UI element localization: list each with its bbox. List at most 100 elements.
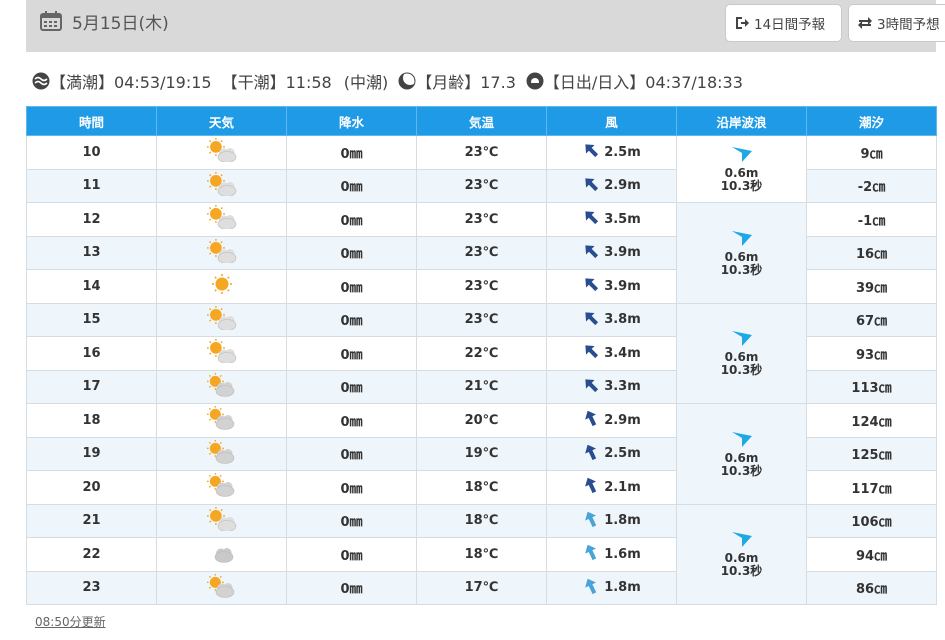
sunrise-sunset-text: 【日出/日入】04:37/18:33	[543, 73, 743, 92]
tide-info-row: 【満潮】04:53/19:15 【干潮】11:58 (中潮) 【月齢】17.3 …	[32, 66, 753, 96]
wave-height: 0.6m	[724, 450, 759, 465]
mostly-cloudy-icon	[206, 406, 237, 434]
tide-cell: -1㎝	[806, 202, 937, 237]
wind-cell: 3.9m	[546, 235, 677, 270]
forecast-3hour-button[interactable]: 3時間予想	[848, 4, 945, 42]
weather-cell	[156, 570, 287, 605]
partly-cloudy-icon	[206, 205, 237, 233]
wind-arrow-icon	[582, 309, 600, 331]
wind-cell: 2.9m	[546, 168, 677, 203]
temp-cell: 23℃	[416, 135, 547, 170]
wind-speed: 2.5m	[604, 144, 641, 160]
wind-cell: 2.5m	[546, 436, 677, 471]
tide-cell: 93㎝	[806, 336, 937, 371]
wind-arrow-icon	[582, 510, 600, 532]
mostly-cloudy-icon	[206, 372, 237, 401]
temp-cell: 17℃	[416, 570, 547, 605]
wave-period: 10.3秒	[720, 564, 763, 579]
weather-cell	[156, 403, 287, 438]
wave-direction-icon	[731, 431, 752, 447]
tide-cell: 125㎝	[806, 436, 937, 471]
weather-cell	[156, 168, 287, 203]
wind-cell: 2.5m	[546, 135, 677, 170]
col-header-tide: 潮汐	[806, 106, 937, 136]
wind-speed: 3.3m	[604, 379, 641, 395]
wave-cell: 0.6m 10.3秒	[676, 202, 807, 304]
wind-arrow-icon	[582, 141, 600, 163]
wind-arrow-icon	[582, 208, 600, 230]
partly-cloudy-icon	[206, 171, 237, 200]
wind-speed: 2.5m	[604, 446, 641, 462]
wind-arrow-icon	[582, 476, 600, 498]
wind-cell: 3.3m	[546, 369, 677, 404]
rain-cell: 0㎜	[286, 135, 417, 170]
table-header-row: 時間 天気 降水 気温 風 沿岸波浪 潮汐	[26, 106, 937, 136]
table-row: 18 0㎜ 20℃ 2.9m 0.6m 10.3秒 124㎝	[26, 403, 937, 505]
temp-cell: 23℃	[416, 269, 547, 304]
table-row: 10 0㎜ 23℃ 2.5m 0.6m 10.3秒 9㎝	[26, 135, 937, 203]
moon-icon	[398, 71, 418, 90]
mostly-cloudy-icon	[206, 439, 237, 468]
wave-period: 10.3秒	[720, 179, 763, 193]
hour-cell: 19	[26, 436, 157, 471]
tide-cell: 117㎝	[806, 470, 937, 505]
hour-cell: 22	[26, 537, 157, 572]
hour-cell: 21	[26, 503, 157, 538]
weather-cell	[156, 369, 287, 404]
tide-icon	[32, 72, 50, 90]
weather-cell	[156, 436, 287, 471]
tide-cell: 106㎝	[806, 503, 937, 538]
wind-cell: 3.5m	[546, 202, 677, 237]
col-header-wave: 沿岸波浪	[676, 106, 807, 136]
col-header-rain: 降水	[286, 106, 417, 136]
sunrise-icon	[526, 72, 544, 90]
rain-cell: 0㎜	[286, 570, 417, 605]
wind-speed: 3.4m	[604, 345, 641, 361]
col-header-time: 時間	[26, 106, 157, 136]
hour-cell: 10	[26, 135, 157, 170]
partly-cloudy-icon	[206, 238, 237, 267]
wind-speed: 2.9m	[604, 178, 641, 194]
partly-cloudy-icon	[206, 339, 237, 367]
rain-cell: 0㎜	[286, 168, 417, 203]
wave-direction-icon	[731, 532, 752, 548]
wind-cell: 2.1m	[546, 470, 677, 505]
wind-arrow-icon	[582, 443, 600, 465]
rain-cell: 0㎜	[286, 537, 417, 572]
hour-cell: 15	[26, 302, 157, 337]
rain-cell: 0㎜	[286, 436, 417, 471]
rain-cell: 0㎜	[286, 269, 417, 304]
weather-cell	[156, 235, 287, 270]
rain-cell: 0㎜	[286, 302, 417, 337]
temp-cell: 18℃	[416, 503, 547, 538]
hour-cell: 16	[26, 336, 157, 371]
rain-cell: 0㎜	[286, 235, 417, 270]
date-text: 5月15日(木)	[72, 13, 169, 34]
hour-cell: 12	[26, 202, 157, 237]
hour-cell: 11	[26, 168, 157, 203]
wind-arrow-icon	[582, 543, 600, 565]
wind-arrow-icon	[582, 242, 600, 264]
wind-speed: 2.9m	[604, 412, 641, 428]
col-header-wind: 風	[546, 106, 677, 136]
wave-period: 10.3秒	[720, 463, 763, 478]
weather-cell	[156, 503, 287, 538]
moon-age-text: 【月齢】17.3	[416, 73, 516, 92]
wave-direction-icon	[731, 147, 752, 162]
wind-cell: 3.4m	[546, 336, 677, 371]
hour-cell: 13	[26, 235, 157, 270]
temp-cell: 23℃	[416, 302, 547, 337]
tide-cell: 9㎝	[806, 135, 937, 170]
weather-cell	[156, 135, 287, 170]
weather-cell	[156, 269, 287, 304]
hour-cell: 17	[26, 369, 157, 404]
wind-speed: 3.8m	[604, 312, 641, 328]
partly-cloudy-icon	[206, 305, 237, 334]
update-time-link[interactable]: 08:50分更新	[35, 613, 106, 630]
forecast-14day-button[interactable]: 14日間予報	[725, 4, 842, 42]
wind-arrow-icon	[582, 376, 600, 398]
table-row: 12 0㎜ 23℃ 3.5m 0.6m 10.3秒 -1㎝	[26, 202, 937, 304]
wind-cell: 1.8m	[546, 570, 677, 605]
rain-cell: 0㎜	[286, 403, 417, 438]
high-tide-text: 【満潮】04:53/19:15	[50, 73, 212, 92]
